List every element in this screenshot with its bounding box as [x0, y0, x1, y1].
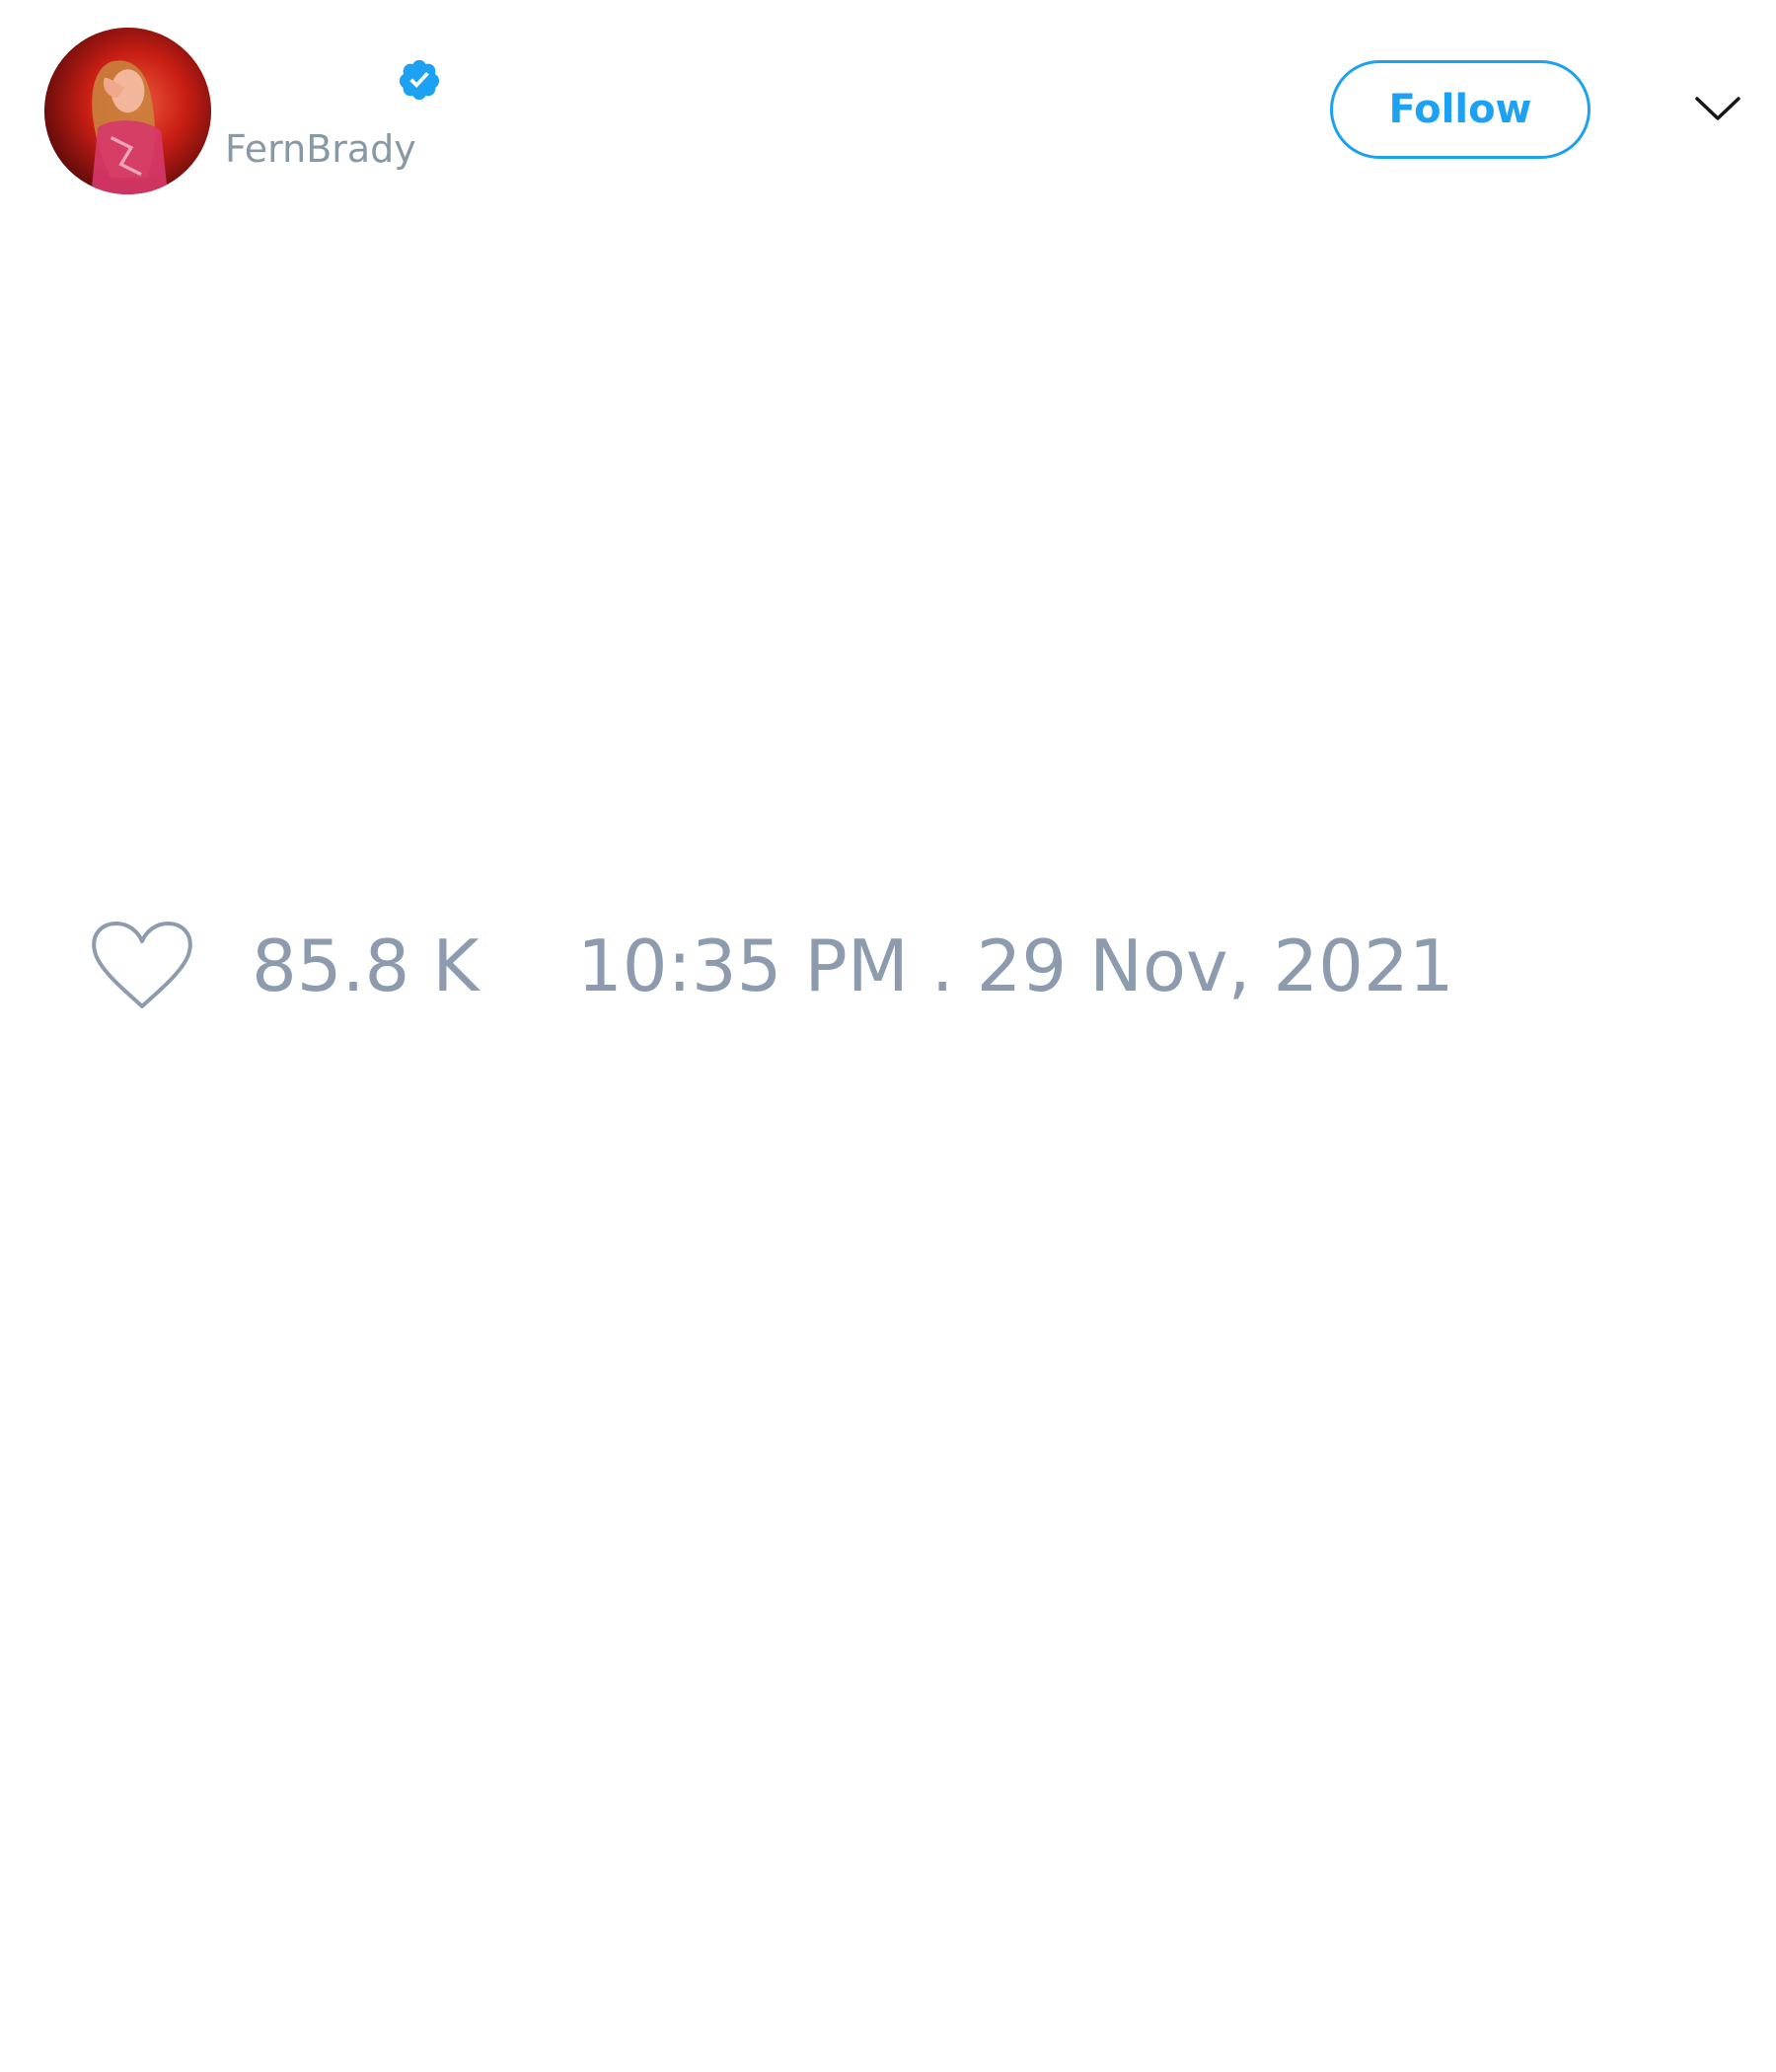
follow-button-label: Follow — [1388, 87, 1532, 132]
avatar-photo — [44, 28, 211, 194]
chevron-down-icon[interactable] — [1693, 89, 1742, 128]
verified-badge-icon — [397, 57, 442, 103]
tweet-card: FernBrady Follow 85.8 K 10:35 PM . 29 No… — [0, 0, 1776, 2072]
author-handle[interactable]: FernBrady — [225, 126, 416, 172]
tweet-timestamp[interactable]: 10:35 PM . 29 Nov, 2021 — [577, 924, 1454, 1008]
follow-button[interactable]: Follow — [1330, 60, 1591, 159]
like-count: 85.8 K — [252, 925, 480, 1007]
avatar[interactable] — [44, 28, 211, 194]
heart-icon[interactable] — [89, 918, 195, 1012]
